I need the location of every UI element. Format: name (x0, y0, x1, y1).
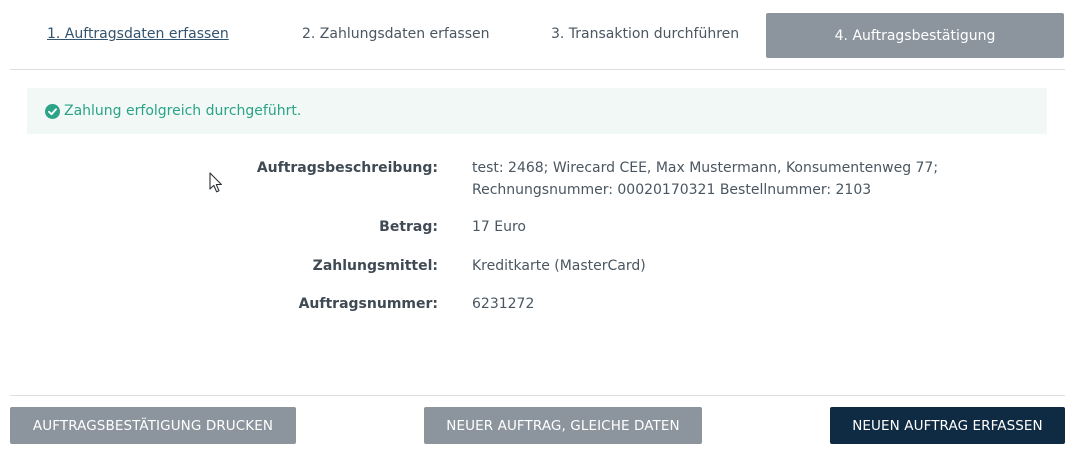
step-4-label: 4. Auftragsbestätigung (834, 27, 996, 44)
new-order-button[interactable]: NEUEN AUFTRAG ERFASSEN (830, 407, 1065, 444)
description-value: test: 2468; Wirecard CEE, Max Mustermann… (472, 157, 938, 201)
payment-method-value: Kreditkarte (MasterCard) (472, 258, 646, 274)
description-line-2: Rechnungsnummer: 00020170321 Bestellnumm… (472, 182, 872, 198)
success-alert: Zahlung erfolgreich durchgeführt. (27, 88, 1047, 134)
step-3: 3. Transaktion durchführen (551, 26, 740, 42)
step-1-link[interactable]: 1. Auftragsdaten erfassen (47, 26, 229, 42)
step-2: 2. Zahlungsdaten erfassen (302, 26, 490, 42)
success-message: Zahlung erfolgreich durchgeführt. (64, 103, 302, 119)
amount-label: Betrag: (379, 219, 438, 235)
checkout-steps: 1. Auftragsdaten erfassen 2. Zahlungsdat… (0, 0, 1079, 70)
steps-divider (10, 69, 1065, 70)
payment-method-label: Zahlungsmittel: (312, 258, 438, 274)
new-order-same-data-button[interactable]: NEUER AUFTRAG, GLEICHE DATEN (424, 407, 702, 444)
check-circle-icon (45, 103, 60, 119)
order-number-label: Auftragsnummer: (298, 296, 438, 312)
order-number-value: 6231272 (472, 296, 535, 312)
description-line-1: test: 2468; Wirecard CEE, Max Mustermann… (472, 160, 939, 176)
amount-value: 17 Euro (472, 219, 526, 235)
step-4-active: 4. Auftragsbestätigung (766, 13, 1064, 58)
print-confirmation-button[interactable]: AUFTRAGSBESTÄTIGUNG DRUCKEN (10, 407, 296, 444)
actions-divider (10, 395, 1065, 396)
mouse-pointer-icon (209, 172, 223, 194)
